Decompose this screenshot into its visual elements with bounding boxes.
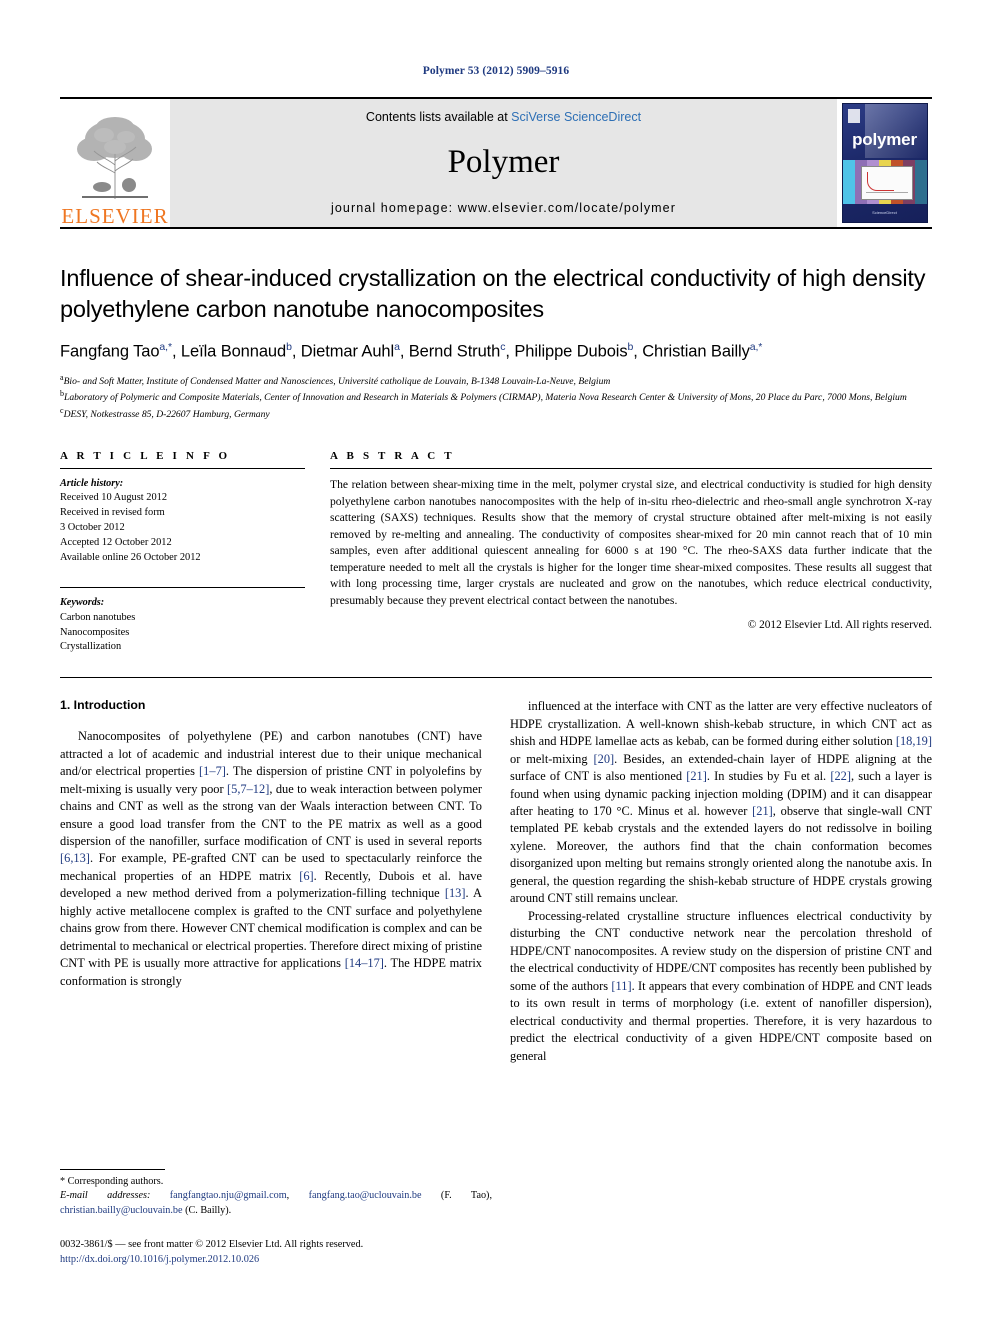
history-item: Received 10 August 2012 — [60, 492, 168, 504]
article-history-block: Article history: Received 10 August 2012… — [60, 477, 305, 565]
affiliation-b: bLaboratory of Polymeric and Composite M… — [60, 388, 932, 405]
email-link-3[interactable]: christian.bailly@uclouvain.be — [60, 1205, 183, 1216]
journal-article-page: Polymer 53 (2012) 5909–5916 ELSEVIER Con… — [0, 0, 992, 1323]
journal-banner: ELSEVIER Contents lists available at Sci… — [60, 97, 932, 227]
email-owner-1: (F. Tao), — [440, 1190, 492, 1202]
keyword-item: Crystallization — [60, 641, 122, 653]
affiliation-list: aBio- and Soft Matter, Institute of Cond… — [60, 372, 932, 422]
imprint-block: 0032-3861/$ — see front matter © 2012 El… — [60, 1238, 492, 1268]
body-column-right: influenced at the interface with CNT as … — [510, 698, 932, 1065]
paragraph: Nanocomposites of polyethylene (PE) and … — [60, 729, 482, 988]
abstract-heading: A B S T R A C T — [330, 449, 455, 462]
issn-front-matter: 0032-3861/$ — see front matter © 2012 El… — [60, 1239, 364, 1251]
body-column-left: 1. Introduction Nanocomposites of polyet… — [60, 698, 482, 1065]
cover-inset-chart — [860, 166, 913, 200]
abstract-text: The relation between shear-mixing time i… — [330, 477, 932, 608]
title-divider — [60, 227, 932, 229]
affiliation-a: aBio- and Soft Matter, Institute of Cond… — [60, 372, 932, 389]
info-abstract-row: A R T I C L E I N F O Article history: R… — [60, 450, 932, 655]
abstract-copyright: © 2012 Elsevier Ltd. All rights reserved… — [747, 618, 932, 631]
running-head: Polymer 53 (2012) 5909–5916 — [422, 65, 570, 77]
abstract-column: A B S T R A C T The relation between she… — [330, 450, 932, 655]
paragraph: Processing-related crystalline structure… — [510, 908, 932, 1063]
history-item: Available online 26 October 2012 — [60, 551, 201, 563]
body-columns: 1. Introduction Nanocomposites of polyet… — [60, 698, 932, 1065]
elsevier-logo: ELSEVIER — [60, 99, 170, 227]
body-divider — [60, 677, 932, 679]
cover-elsevier-mark-icon — [847, 109, 860, 123]
doi-link[interactable]: http://dx.doi.org/10.1016/j.polymer.2012… — [60, 1253, 492, 1268]
journal-cover-thumbnail[interactable]: polymer ScienceDirect — [841, 103, 928, 223]
keyword-item: Carbon nanotubes — [60, 611, 136, 623]
corresponding-author-note: * Corresponding authors. — [60, 1175, 164, 1187]
footnote-divider — [60, 1168, 165, 1170]
affiliation-a-text: Bio- and Soft Matter, Institute of Conde… — [63, 375, 611, 387]
cover-title: polymer — [852, 130, 917, 149]
history-item: 3 October 2012 — [60, 522, 125, 533]
keywords-block: Keywords: Carbon nanotubes Nanocomposite… — [60, 587, 305, 655]
email-addresses-note: E-mail addresses: fangfangtao.nju@gmail.… — [60, 1190, 492, 1216]
keyword-item: Nanocomposites — [60, 626, 130, 638]
sciencedirect-link[interactable]: SciVerse ScienceDirect — [511, 110, 641, 124]
elsevier-wordmark: ELSEVIER — [61, 204, 169, 228]
section-heading-introduction: 1. Introduction — [60, 698, 146, 713]
journal-banner-center: Contents lists available at SciVerse Sci… — [170, 99, 837, 227]
email-owner-2: (C. Bailly). — [185, 1204, 232, 1216]
journal-cover-container: polymer ScienceDirect — [837, 99, 932, 227]
history-item: Accepted 12 October 2012 — [60, 536, 172, 548]
cover-footer-text: ScienceDirect — [872, 210, 897, 215]
keywords-divider — [60, 587, 305, 589]
page-title: Influence of shear-induced crystallizati… — [60, 265, 926, 322]
history-item: Received in revised form — [60, 507, 165, 519]
email-label: E-mail addresses: — [60, 1190, 151, 1202]
affiliation-b-text: Laboratory of Polymeric and Composite Ma… — [64, 392, 907, 404]
author-list: Fangfang Taoa,*, Leïla Bonnaudb, Dietmar… — [60, 341, 763, 361]
email-link-2[interactable]: fangfang.tao@uclouvain.be — [309, 1190, 422, 1201]
keywords-label: Keywords: — [60, 597, 105, 609]
article-info-divider — [60, 467, 305, 469]
article-info-heading: A R T I C L E I N F O — [60, 449, 231, 462]
elsevier-tree-icon — [77, 117, 152, 199]
article-info-column: A R T I C L E I N F O Article history: R… — [60, 450, 305, 655]
journal-homepage-link[interactable]: journal homepage: www.elsevier.com/locat… — [331, 201, 676, 215]
paragraph: influenced at the interface with CNT as … — [510, 699, 933, 906]
contents-available-line: Contents lists available at SciVerse Sci… — [366, 110, 641, 124]
affiliation-c: cDESY, Notkestrasse 85, D-22607 Hamburg,… — [60, 405, 932, 422]
affiliation-c-text: DESY, Notkestrasse 85, D-22607 Hamburg, … — [63, 409, 270, 421]
contents-prefix: Contents lists available at — [365, 110, 512, 124]
article-history-label: Article history: — [60, 477, 124, 489]
footnote-block: * Corresponding authors. E-mail addresse… — [60, 1168, 492, 1268]
journal-title: Polymer — [447, 144, 560, 180]
email-link-1[interactable]: fangfangtao.nju@gmail.com — [170, 1190, 287, 1201]
abstract-divider — [330, 467, 932, 469]
